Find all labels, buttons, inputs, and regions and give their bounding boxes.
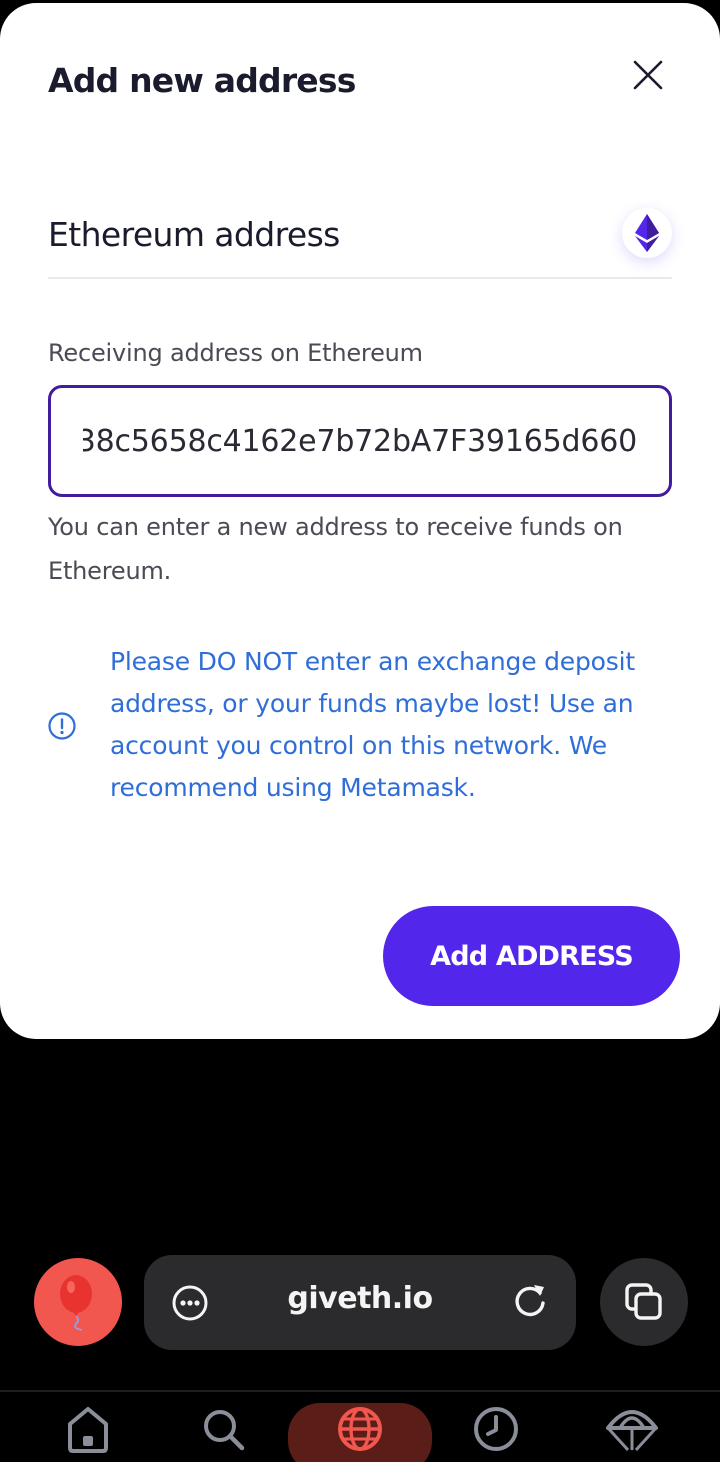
nav-history[interactable] (466, 1404, 526, 1462)
address-input[interactable] (51, 388, 669, 494)
network-selector: Ethereum address (48, 203, 672, 279)
address-field-label: Receiving address on Ethereum (48, 339, 423, 367)
close-icon (633, 60, 663, 90)
warning-text: Please DO NOT enter an exchange deposit … (110, 647, 635, 802)
tabs-button[interactable] (600, 1258, 688, 1346)
history-icon (474, 1407, 518, 1451)
network-label: Ethereum address (48, 215, 340, 254)
add-address-button-label: Add ADDRESS (430, 940, 634, 972)
address-input-wrapper (48, 385, 672, 497)
nav-search[interactable] (194, 1404, 254, 1462)
bottom-nav (0, 1392, 720, 1462)
close-button[interactable] (622, 53, 674, 97)
parachute-icon (606, 1410, 658, 1452)
ethereum-icon (635, 214, 659, 252)
add-address-button[interactable]: Add ADDRESS (383, 906, 680, 1006)
nav-globe[interactable] (330, 1404, 390, 1462)
search-icon (204, 1410, 245, 1451)
add-address-modal: Add new address Ethereum address Receivi… (0, 3, 720, 1039)
nav-home[interactable] (58, 1404, 118, 1462)
nav-parachute[interactable] (602, 1404, 662, 1462)
balloon-icon (60, 1275, 92, 1331)
info-circle-icon (48, 712, 76, 740)
helper-text: You can enter a new address to receive f… (48, 513, 623, 585)
reload-icon[interactable] (510, 1281, 550, 1321)
globe-icon (338, 1407, 382, 1451)
balloon-button[interactable] (34, 1258, 122, 1346)
tabs-icon (625, 1283, 662, 1320)
home-icon (68, 1407, 108, 1453)
network-badge (622, 208, 672, 258)
url-bar[interactable]: giveth.io (144, 1255, 576, 1350)
modal-title: Add new address (48, 61, 356, 100)
